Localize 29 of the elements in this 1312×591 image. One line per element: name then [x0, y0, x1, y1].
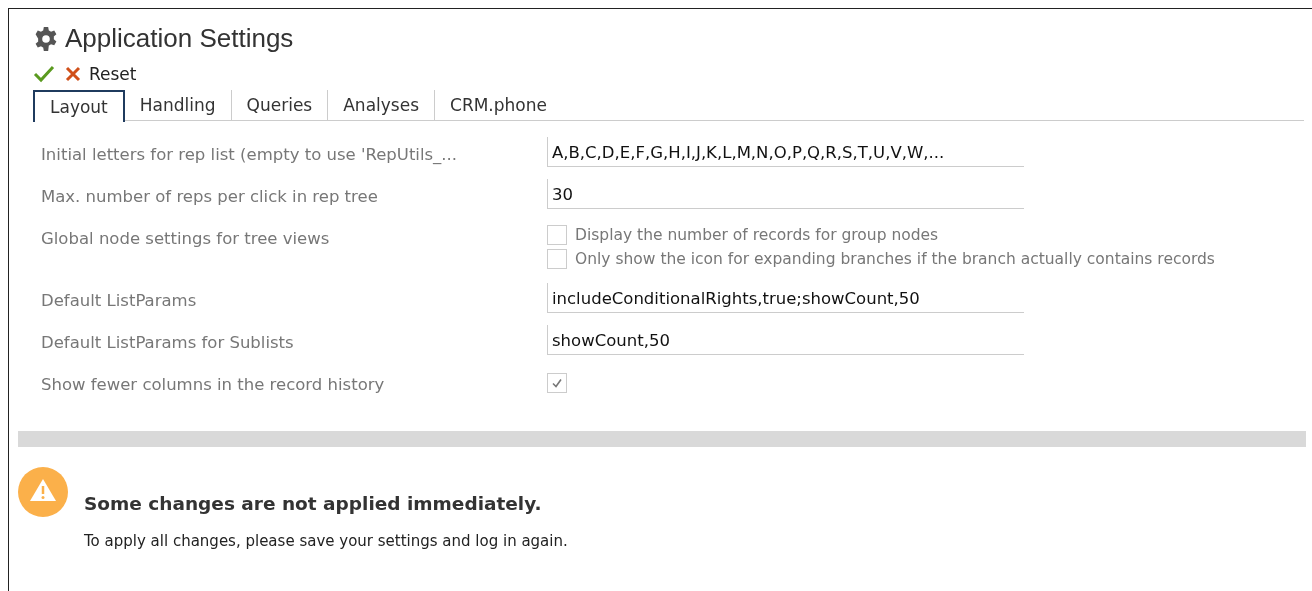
reset-button[interactable]: Reset	[65, 64, 137, 84]
tab[interactable]: Analyses	[327, 90, 434, 120]
setting-label: Global node settings for tree views	[41, 228, 331, 248]
checkbox[interactable]	[547, 373, 567, 393]
tab[interactable]: Handling	[124, 90, 231, 120]
setting-label: Initial letters for rep list (empty to use 'RepUtils_...	[41, 144, 459, 164]
setting-label: Show fewer columns in the record history	[41, 374, 386, 394]
settings-icon	[33, 25, 59, 52]
input-field[interactable]: includeConditionalRights,true;showCount,50	[547, 283, 1024, 313]
tab[interactable]: Layout	[33, 90, 125, 122]
window-title: Application Settings	[65, 23, 294, 54]
tab[interactable]: Queries	[230, 90, 328, 120]
checkbox-label: Only show the icon for expanding branches if the branch actually contains records	[575, 250, 1215, 268]
input-field[interactable]: showCount,50	[547, 325, 1024, 355]
setting-label: Default ListParams	[41, 290, 198, 310]
notice-heading: Some changes are not applied immediately.	[84, 493, 543, 514]
setting-label: Default ListParams for Sublists	[41, 332, 295, 352]
checkmark-icon	[550, 376, 564, 390]
checkbox-label: Display the number of records for group nodes	[575, 226, 939, 244]
warning-icon	[18, 467, 68, 517]
save-button[interactable]	[33, 64, 55, 84]
input-field[interactable]: A,B,C,D,E,F,G,H,I,J,K,L,M,N,O,P,Q,R,S,T,U,V,W,...	[547, 137, 1024, 167]
checkbox[interactable]	[547, 249, 567, 269]
input-field[interactable]: 30	[547, 179, 1024, 209]
notice-text: To apply all changes, please save your settings and log in again.	[84, 532, 568, 550]
setting-label: Max. number of reps per click in rep tree	[41, 186, 379, 206]
cross-icon	[65, 66, 81, 82]
checkbox[interactable]	[547, 225, 567, 245]
tab[interactable]: CRM.phone	[434, 90, 562, 120]
